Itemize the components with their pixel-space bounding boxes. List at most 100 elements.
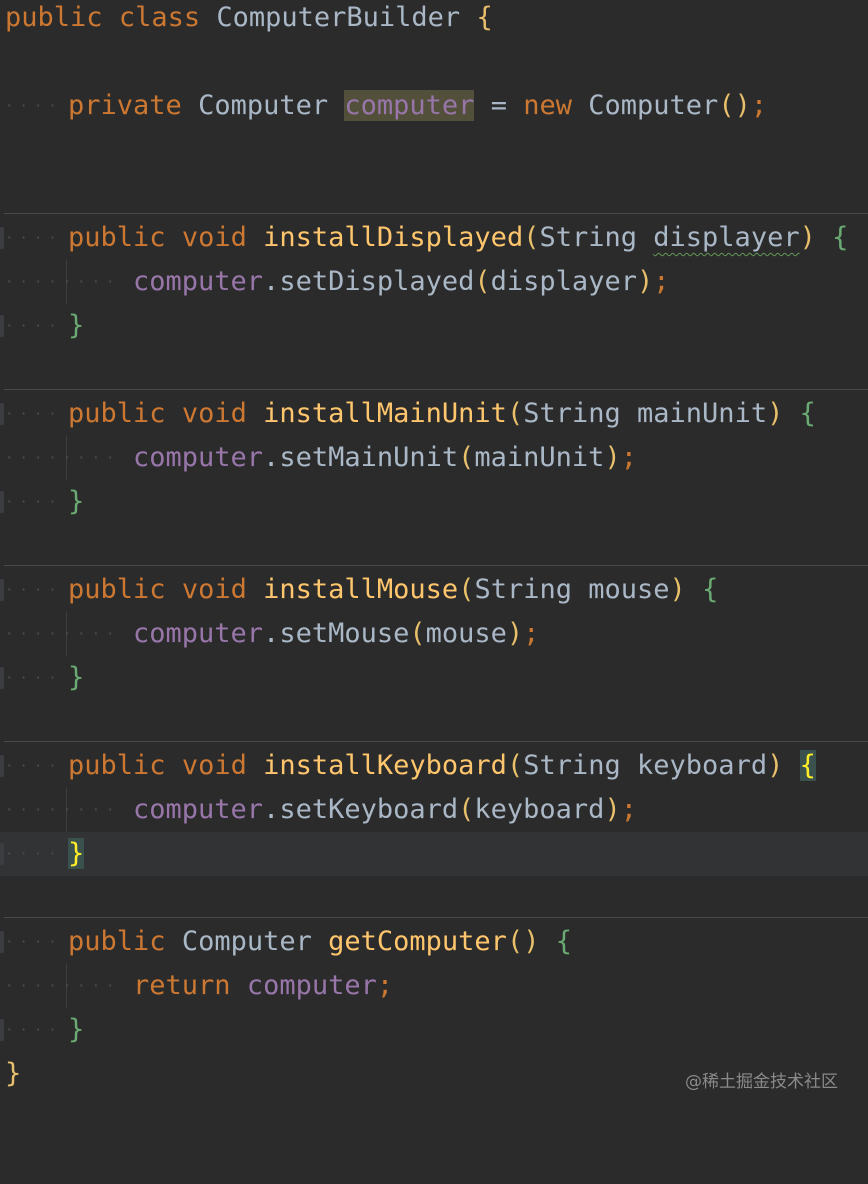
rparen: ) (799, 222, 816, 253)
field-name: computer (344, 90, 475, 121)
arg: mouse (425, 618, 507, 649)
param-type: String (523, 750, 621, 781)
open-brace: { (555, 926, 572, 957)
open-brace: { (702, 574, 719, 605)
indent-dots: ···· (5, 230, 63, 247)
code-line-method-body[interactable]: ········ computer.setDisplayed(displayer… (0, 260, 868, 304)
field-ref: computer (133, 618, 264, 649)
arg: mainUnit (474, 442, 605, 473)
dot: . (263, 442, 280, 473)
lparen: ( (506, 750, 524, 781)
keyword-class: class (118, 2, 201, 33)
indent-dots: ········ (5, 274, 121, 291)
arg-open: ( (409, 618, 426, 649)
semicolon: ; (523, 618, 540, 649)
keyword-public: public (5, 2, 103, 33)
class-close-brace: } (5, 1058, 22, 1089)
indent-dots: ···· (5, 582, 63, 599)
dot: . (263, 266, 280, 297)
code-line-method-body[interactable]: ········ computer.setMouse(mouse); (0, 612, 868, 656)
code-line-method-signature[interactable]: ···· public void installKeyboard(String … (0, 744, 868, 788)
method-name: installKeyboard (263, 750, 507, 781)
dot: . (263, 794, 280, 825)
open-brace-matched: { (799, 750, 816, 781)
indent-dots: ········ (5, 626, 121, 643)
parens: () (506, 926, 540, 957)
indent-dots: ···· (5, 758, 63, 775)
param-type: String (539, 222, 638, 253)
parens: () (718, 90, 751, 121)
method-separator (4, 565, 868, 566)
code-line-method-close[interactable]: ···· } (0, 480, 868, 524)
class-name: ComputerBuilder (216, 2, 461, 33)
code-line-method-close-current[interactable]: ···· } (0, 832, 868, 876)
keyword-public: public (68, 398, 166, 429)
method-name: installDisplayed (263, 222, 524, 253)
method-separator (4, 917, 868, 918)
code-line-method-close[interactable]: ···· } (0, 656, 868, 700)
keyword-void: void (181, 574, 247, 605)
field-type: Computer (198, 90, 329, 121)
method-name: installMainUnit (263, 398, 507, 429)
method-separator (4, 213, 868, 214)
arg: keyboard (474, 794, 605, 825)
method-call: setMainUnit (279, 442, 459, 473)
close-brace: } (68, 486, 85, 517)
code-line-getter-close[interactable]: ···· } (0, 1008, 868, 1052)
dot: . (263, 618, 280, 649)
code-line-getter-body[interactable]: ········ return computer; (0, 964, 868, 1008)
indent-dots: ···· (5, 406, 63, 423)
arg-close: ) (506, 618, 524, 649)
method-name: installMouse (263, 574, 459, 605)
semicolon: ; (653, 266, 670, 297)
code-line-class-decl[interactable]: public class ComputerBuilder { (0, 0, 868, 40)
watermark: @稀土掘金技术社区 (685, 1072, 838, 1092)
indent-dots: ···· (5, 1022, 63, 1039)
method-separator (4, 741, 868, 742)
close-brace: } (68, 662, 85, 693)
semicolon: ; (620, 442, 637, 473)
field-ref: computer (246, 970, 377, 1001)
code-line-method-close[interactable]: ···· } (0, 304, 868, 348)
param-name: keyboard (637, 750, 768, 781)
indent-dots: ········ (5, 978, 121, 995)
code-line-field[interactable]: ···· private Computer computer = new Com… (0, 84, 868, 128)
lparen: ( (458, 574, 475, 605)
keyword-return: return (133, 970, 231, 1001)
method-name: getComputer (328, 926, 507, 957)
rparen: ) (767, 398, 784, 429)
close-brace: } (68, 310, 85, 341)
lparen: ( (506, 398, 524, 429)
open-brace: { (832, 222, 849, 253)
open-brace: { (476, 2, 493, 33)
arg-close: ) (604, 794, 621, 825)
field-ref: computer (133, 266, 264, 297)
keyword-public: public (68, 222, 166, 253)
semicolon: ; (376, 970, 394, 1001)
arg-open: ( (458, 442, 475, 473)
keyword-public: public (68, 750, 166, 781)
rparen: ) (767, 750, 784, 781)
indent-dots: ···· (5, 934, 63, 951)
arg: displayer (490, 266, 637, 297)
indent-dots: ···· (5, 98, 63, 115)
code-line-method-signature[interactable]: ···· public void installDisplayed(String… (0, 216, 868, 260)
field-ref: computer (133, 442, 264, 473)
method-call: setKeyboard (279, 794, 459, 825)
code-editor[interactable]: public class ComputerBuilder { ···· priv… (0, 0, 868, 1120)
method-separator (4, 389, 868, 390)
arg-open: ( (458, 794, 475, 825)
code-line-method-signature[interactable]: ···· public void installMouse(String mou… (0, 568, 868, 612)
indent-dots: ········ (5, 802, 121, 819)
arg-close: ) (636, 266, 654, 297)
code-line-method-body[interactable]: ········ computer.setKeyboard(keyboard); (0, 788, 868, 832)
keyword-public: public (68, 926, 166, 957)
code-line-getter-signature[interactable]: ···· public Computer getComputer() { (0, 920, 868, 964)
semicolon: ; (620, 794, 637, 825)
keyword-void: void (181, 750, 247, 781)
method-call: setMouse (279, 618, 410, 649)
indent-dots: ········ (5, 450, 121, 467)
code-line-method-body[interactable]: ········ computer.setMainUnit(mainUnit); (0, 436, 868, 480)
assign-operator: = (490, 90, 507, 121)
code-line-method-signature[interactable]: ···· public void installMainUnit(String … (0, 392, 868, 436)
